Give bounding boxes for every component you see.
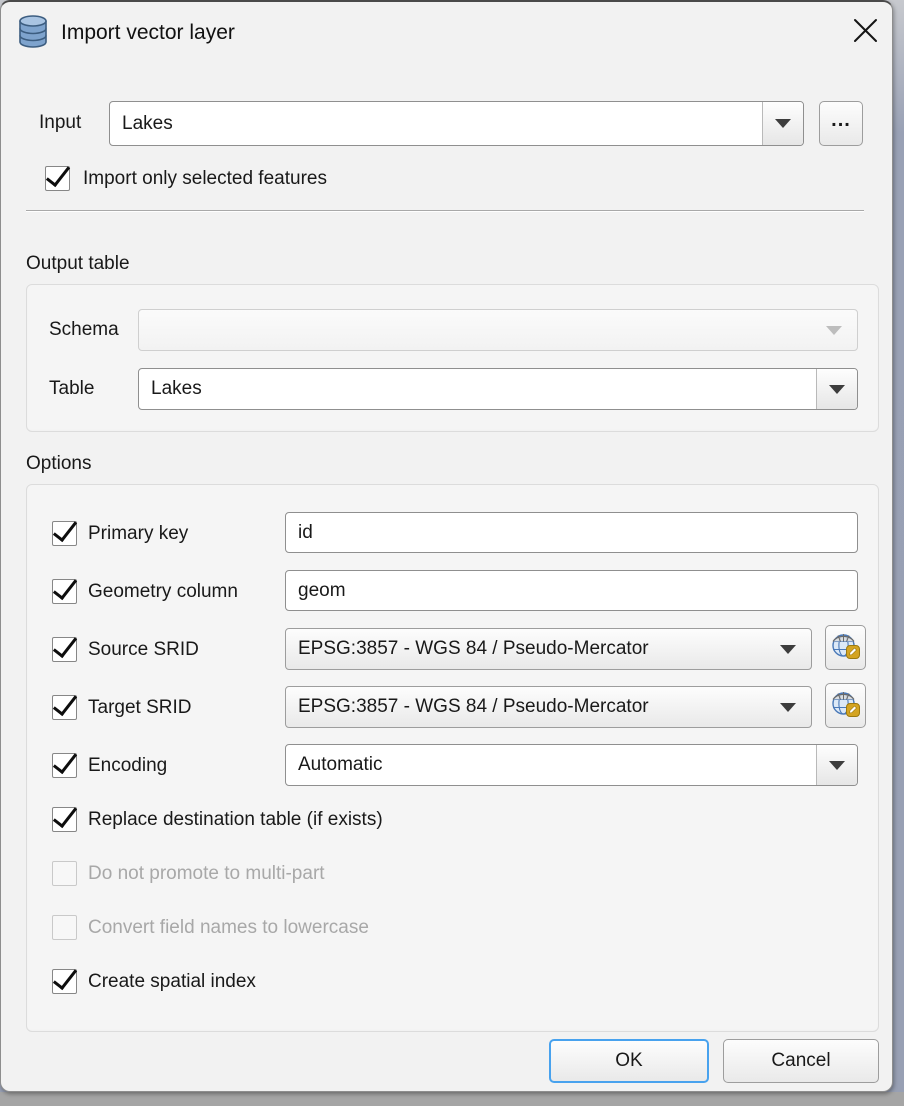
globe-crs-icon	[830, 629, 861, 666]
encoding-combobox[interactable]: Automatic	[285, 744, 858, 786]
input-combobox-value: Lakes	[122, 102, 757, 145]
ok-button[interactable]: OK	[549, 1039, 709, 1083]
chevron-down-icon	[780, 645, 796, 654]
input-combobox-dropdown[interactable]	[762, 102, 803, 145]
target-srid-checkbox[interactable]	[52, 695, 77, 720]
primary-key-input[interactable]	[285, 512, 858, 553]
desktop-backdrop: Import vector layer Input Lakes ... Impo…	[0, 0, 904, 1106]
source-srid-value: EPSG:3857 - WGS 84 / Pseudo-Mercator	[298, 629, 765, 669]
input-combobox[interactable]: Lakes	[109, 101, 804, 146]
table-label: Table	[49, 368, 94, 410]
replace-table-checkbox[interactable]	[52, 807, 77, 832]
import-selected-label: Import only selected features	[83, 165, 327, 192]
close-icon	[853, 18, 878, 46]
source-srid-checkbox[interactable]	[52, 637, 77, 662]
target-srid-crs-button[interactable]	[825, 683, 866, 728]
table-combobox-value: Lakes	[151, 369, 811, 409]
replace-table-label: Replace destination table (if exists)	[88, 806, 383, 833]
schema-combobox	[138, 309, 858, 351]
separator-line	[26, 210, 864, 212]
multi-part-label: Do not promote to multi-part	[88, 860, 325, 887]
source-srid-combobox[interactable]: EPSG:3857 - WGS 84 / Pseudo-Mercator	[285, 628, 812, 670]
database-icon	[15, 14, 51, 54]
chevron-down-icon	[829, 385, 845, 394]
target-srid-combobox[interactable]: EPSG:3857 - WGS 84 / Pseudo-Mercator	[285, 686, 812, 728]
chevron-down-icon	[775, 119, 791, 128]
chevron-down-icon	[829, 761, 845, 770]
close-button[interactable]	[841, 8, 889, 56]
source-srid-dropdown[interactable]	[765, 629, 811, 669]
spatial-index-label: Create spatial index	[88, 968, 256, 995]
globe-crs-icon	[830, 687, 861, 724]
import-vector-layer-dialog: Import vector layer Input Lakes ... Impo…	[0, 0, 893, 1092]
target-srid-dropdown[interactable]	[765, 687, 811, 727]
lowercase-checkbox	[52, 915, 77, 940]
output-table-group-label: Output table	[26, 253, 130, 275]
primary-key-checkbox[interactable]	[52, 521, 77, 546]
import-selected-checkbox[interactable]	[45, 166, 70, 191]
source-srid-label: Source SRID	[88, 636, 199, 663]
encoding-combobox-value: Automatic	[298, 745, 811, 785]
geometry-column-checkbox[interactable]	[52, 579, 77, 604]
primary-key-label: Primary key	[88, 520, 188, 547]
lowercase-label: Convert field names to lowercase	[88, 914, 369, 941]
ellipsis-icon: ...	[831, 115, 851, 133]
multi-part-checkbox	[52, 861, 77, 886]
geometry-column-input[interactable]	[285, 570, 858, 611]
encoding-combobox-dropdown[interactable]	[816, 745, 857, 785]
dialog-title: Import vector layer	[61, 17, 235, 49]
cancel-button[interactable]: Cancel	[723, 1039, 879, 1083]
backdrop-bottom-strip	[0, 1092, 904, 1106]
spatial-index-checkbox[interactable]	[52, 969, 77, 994]
encoding-checkbox[interactable]	[52, 753, 77, 778]
encoding-label: Encoding	[88, 752, 167, 779]
target-srid-value: EPSG:3857 - WGS 84 / Pseudo-Mercator	[298, 687, 765, 727]
target-srid-label: Target SRID	[88, 694, 191, 721]
schema-combobox-value	[151, 310, 811, 350]
table-combobox-dropdown[interactable]	[816, 369, 857, 409]
input-label: Input	[39, 109, 81, 137]
schema-label: Schema	[49, 309, 119, 351]
browse-button[interactable]: ...	[819, 101, 863, 146]
options-group-label: Options	[26, 453, 91, 475]
geometry-column-label: Geometry column	[88, 578, 238, 605]
schema-combobox-dropdown	[811, 310, 857, 350]
output-table-group: Schema Table Lakes	[26, 284, 879, 432]
chevron-down-icon	[826, 326, 842, 335]
table-combobox[interactable]: Lakes	[138, 368, 858, 410]
chevron-down-icon	[780, 703, 796, 712]
source-srid-crs-button[interactable]	[825, 625, 866, 670]
options-group: Primary key Geometry column Source SRID …	[26, 484, 879, 1032]
